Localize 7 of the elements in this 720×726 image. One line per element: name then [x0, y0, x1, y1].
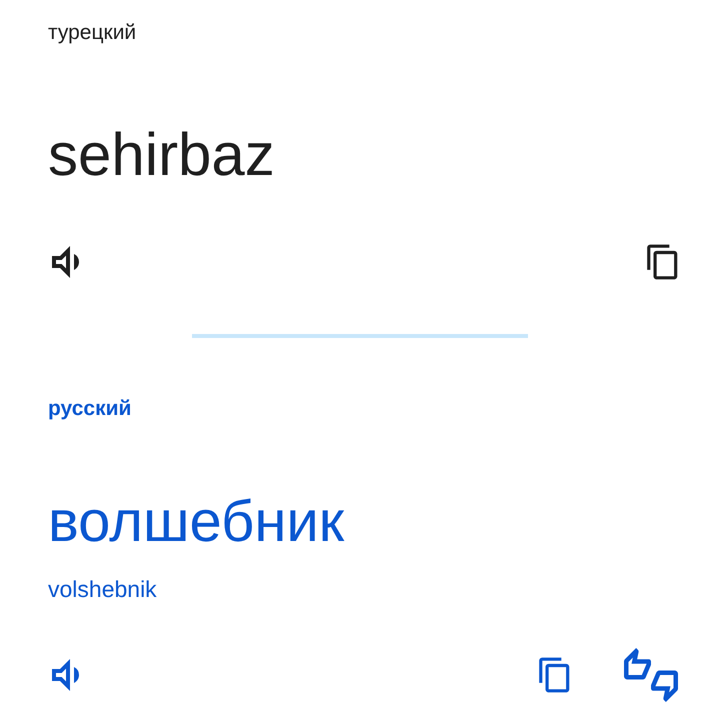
source-text: sehirbaz — [48, 120, 275, 190]
thumbs-up-down-icon — [624, 648, 678, 702]
transliteration-text: volshebnik — [48, 575, 157, 604]
target-language: русский — [48, 396, 132, 422]
translation-text: волшебник — [48, 488, 344, 556]
feedback-button[interactable] — [624, 648, 678, 702]
source-language: турецкий — [48, 20, 136, 46]
